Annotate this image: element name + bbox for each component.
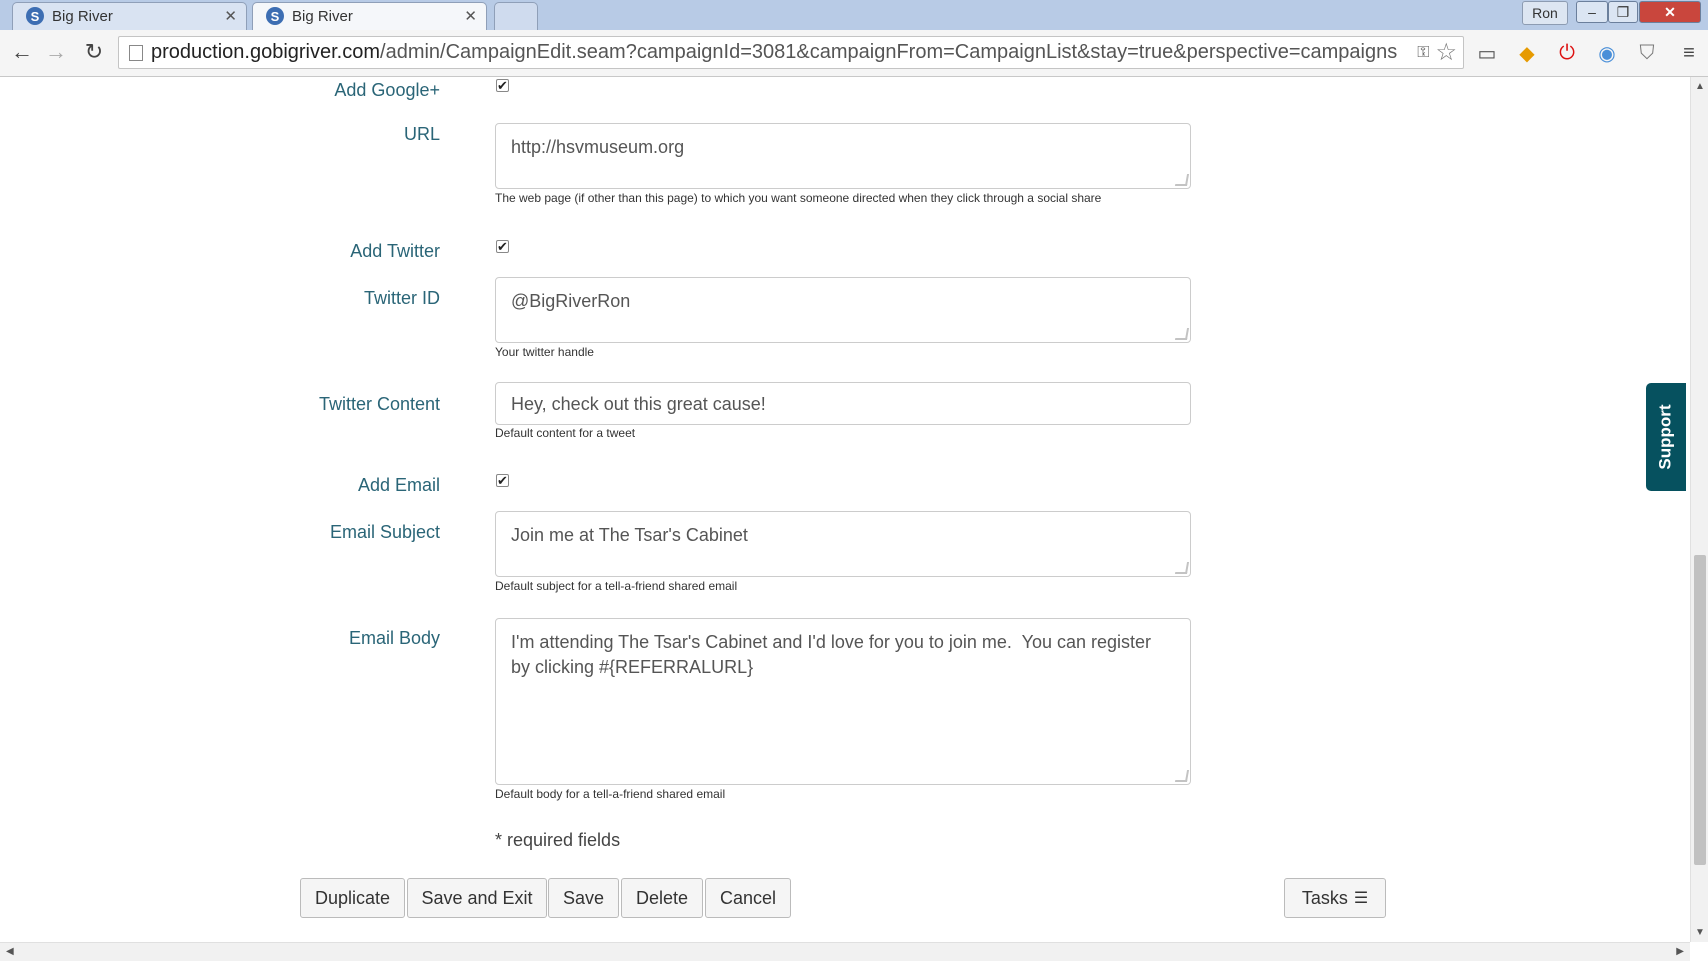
menu-hamburger-icon[interactable]: ≡ xyxy=(1676,40,1702,66)
twitter-id-help-text: Your twitter handle xyxy=(495,345,594,359)
tasks-button[interactable]: Tasks ☰ xyxy=(1284,878,1386,918)
support-tab[interactable]: Support xyxy=(1646,383,1686,491)
cancel-button[interactable]: Cancel xyxy=(705,878,791,918)
page-icon xyxy=(129,44,143,61)
url-textarea[interactable]: http://hsvmuseum.org xyxy=(495,123,1191,189)
close-window-icon[interactable]: ✕ xyxy=(1639,1,1701,23)
reload-icon[interactable]: ↻ xyxy=(80,38,108,66)
email-body-help-text: Default body for a tell-a-friend shared … xyxy=(495,787,726,801)
add-google-checkbox[interactable]: ✔ xyxy=(496,79,509,92)
big-river-favicon-icon: S xyxy=(26,7,44,25)
add-email-checkbox[interactable]: ✔ xyxy=(496,474,509,487)
user-profile-badge[interactable]: Ron xyxy=(1522,1,1568,25)
add-email-label: Add Email xyxy=(357,475,440,495)
big-river-favicon-icon: S xyxy=(266,7,284,25)
scroll-left-arrow-icon[interactable]: ◀ xyxy=(6,946,14,957)
add-twitter-label: Add Twitter xyxy=(350,241,440,261)
restore-window-icon[interactable]: ❐ xyxy=(1608,1,1638,23)
email-body-label: Email Body xyxy=(348,628,440,648)
required-fields-note: * required fields xyxy=(495,830,621,850)
extension-color-icon[interactable]: ◆ xyxy=(1514,40,1540,66)
adblock-icon[interactable]: ⏻ xyxy=(1554,40,1580,66)
twitter-content-help-text: Default content for a tweet xyxy=(495,426,636,440)
twitter-id-label: Twitter ID xyxy=(363,288,440,308)
browser-tab-strip: S Big River ✕ S Big River ✕ Ron – ❐ ✕ xyxy=(0,0,1708,30)
add-google-label: Add Google+ xyxy=(334,80,440,100)
new-tab-button[interactable] xyxy=(494,2,538,30)
bookmark-star-icon[interactable]: ☆ xyxy=(1435,38,1457,67)
scroll-up-arrow-icon[interactable]: ▲ xyxy=(1695,81,1705,92)
email-subject-textarea[interactable]: Join me at The Tsar's Cabinet xyxy=(495,511,1191,577)
horizontal-scrollbar[interactable]: ◀ ▶ xyxy=(0,942,1690,961)
close-tab-icon[interactable]: ✕ xyxy=(464,7,477,25)
vertical-scrollbar[interactable]: ▲ ▼ xyxy=(1690,77,1708,942)
save-button[interactable]: Save xyxy=(548,878,619,918)
add-twitter-checkbox[interactable]: ✔ xyxy=(496,240,509,253)
address-bar[interactable]: production.gobigriver.com/admin/Campaign… xyxy=(118,36,1464,69)
scrollbar-thumb[interactable] xyxy=(1694,555,1706,865)
scroll-right-arrow-icon[interactable]: ▶ xyxy=(1676,946,1684,957)
scroll-down-arrow-icon[interactable]: ▼ xyxy=(1695,927,1705,938)
url-help-text: The web page (if other than this page) t… xyxy=(495,191,1102,205)
minimize-window-icon[interactable]: – xyxy=(1576,1,1608,23)
cast-icon[interactable]: ▭ xyxy=(1474,40,1500,66)
save-and-exit-button[interactable]: Save and Exit xyxy=(407,878,547,918)
email-body-textarea[interactable]: I'm attending The Tsar's Cabinet and I'd… xyxy=(495,618,1191,785)
email-subject-label: Email Subject xyxy=(329,522,440,542)
close-tab-icon[interactable]: ✕ xyxy=(224,7,237,25)
browser-toolbar: ← → ↻ production.gobigriver.com/admin/Ca… xyxy=(0,30,1708,77)
twitter-content-input[interactable]: Hey, check out this great cause! xyxy=(495,382,1191,425)
browser-tab-2[interactable]: S Big River ✕ xyxy=(252,2,487,30)
delete-button[interactable]: Delete xyxy=(621,878,703,918)
camera-icon[interactable]: ◉ xyxy=(1594,40,1620,66)
twitter-id-textarea[interactable]: @BigRiverRon xyxy=(495,277,1191,343)
address-url: production.gobigriver.com/admin/Campaign… xyxy=(151,41,1398,63)
url-label: URL xyxy=(403,124,440,144)
shield-icon[interactable]: ⛉ xyxy=(1634,40,1660,66)
duplicate-button[interactable]: Duplicate xyxy=(300,878,405,918)
tasks-menu-icon: ☰ xyxy=(1353,890,1369,907)
forward-arrow-icon[interactable]: → xyxy=(42,38,70,66)
email-subject-help-text: Default subject for a tell-a-friend shar… xyxy=(495,579,738,593)
tasks-label: Tasks xyxy=(1301,887,1348,908)
twitter-content-label: Twitter Content xyxy=(318,394,440,414)
page-content: Add Google+ ✔ URL http://hsvmuseum.org T… xyxy=(0,77,1690,942)
support-label: Support xyxy=(1656,404,1675,470)
browser-tab-1[interactable]: S Big River ✕ xyxy=(12,2,247,30)
back-arrow-icon[interactable]: ← xyxy=(8,38,36,66)
tab-title: Big River xyxy=(52,7,113,25)
key-icon[interactable]: ⚿ xyxy=(1417,44,1429,62)
tab-title: Big River xyxy=(292,7,353,25)
